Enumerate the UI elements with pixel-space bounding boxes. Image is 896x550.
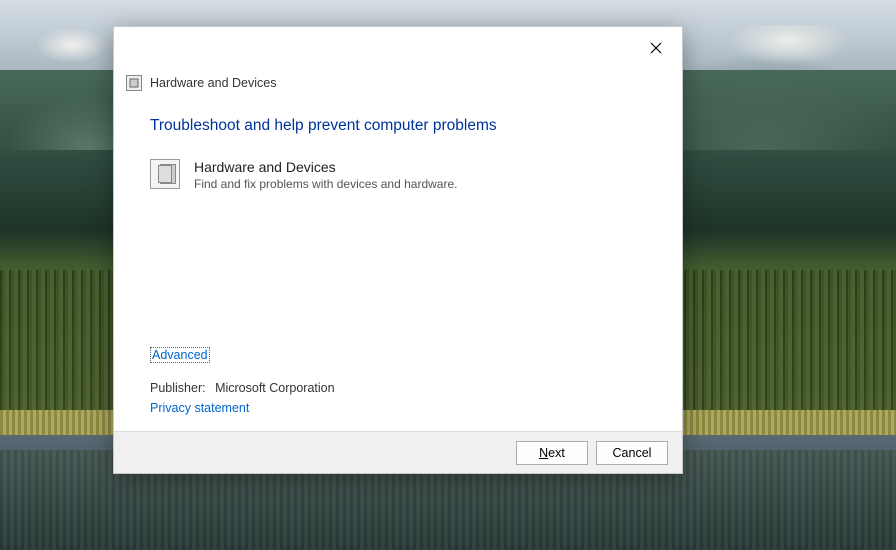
troubleshooter-item: Hardware and Devices Find and fix proble…	[150, 159, 646, 191]
advanced-link[interactable]: Advanced	[150, 347, 210, 363]
next-accelerator: N	[539, 446, 548, 460]
item-description: Find and fix problems with devices and h…	[194, 177, 457, 191]
titlebar	[114, 27, 682, 63]
desktop-background: Hardware and Devices Troubleshoot and he…	[0, 0, 896, 550]
next-rest: ext	[548, 446, 565, 460]
close-icon	[650, 42, 662, 54]
item-title: Hardware and Devices	[194, 159, 457, 175]
page-heading: Troubleshoot and help prevent computer p…	[150, 117, 646, 135]
publisher-row: Publisher: Microsoft Corporation	[150, 381, 646, 395]
privacy-statement-link[interactable]: Privacy statement	[150, 401, 646, 415]
close-button[interactable]	[636, 33, 676, 63]
cancel-button[interactable]: Cancel	[596, 441, 668, 465]
dialog-header: Hardware and Devices	[114, 63, 682, 99]
publisher-value: Microsoft Corporation	[215, 381, 335, 395]
device-icon	[150, 159, 180, 189]
publisher-label: Publisher:	[150, 381, 206, 395]
dialog-footer: Next Cancel	[114, 431, 682, 473]
hardware-icon	[126, 75, 142, 91]
dialog-title: Hardware and Devices	[150, 76, 276, 90]
troubleshooter-dialog: Hardware and Devices Troubleshoot and he…	[113, 26, 683, 474]
next-button[interactable]: Next	[516, 441, 588, 465]
item-text: Hardware and Devices Find and fix proble…	[194, 159, 457, 191]
dialog-content: Troubleshoot and help prevent computer p…	[114, 99, 682, 431]
